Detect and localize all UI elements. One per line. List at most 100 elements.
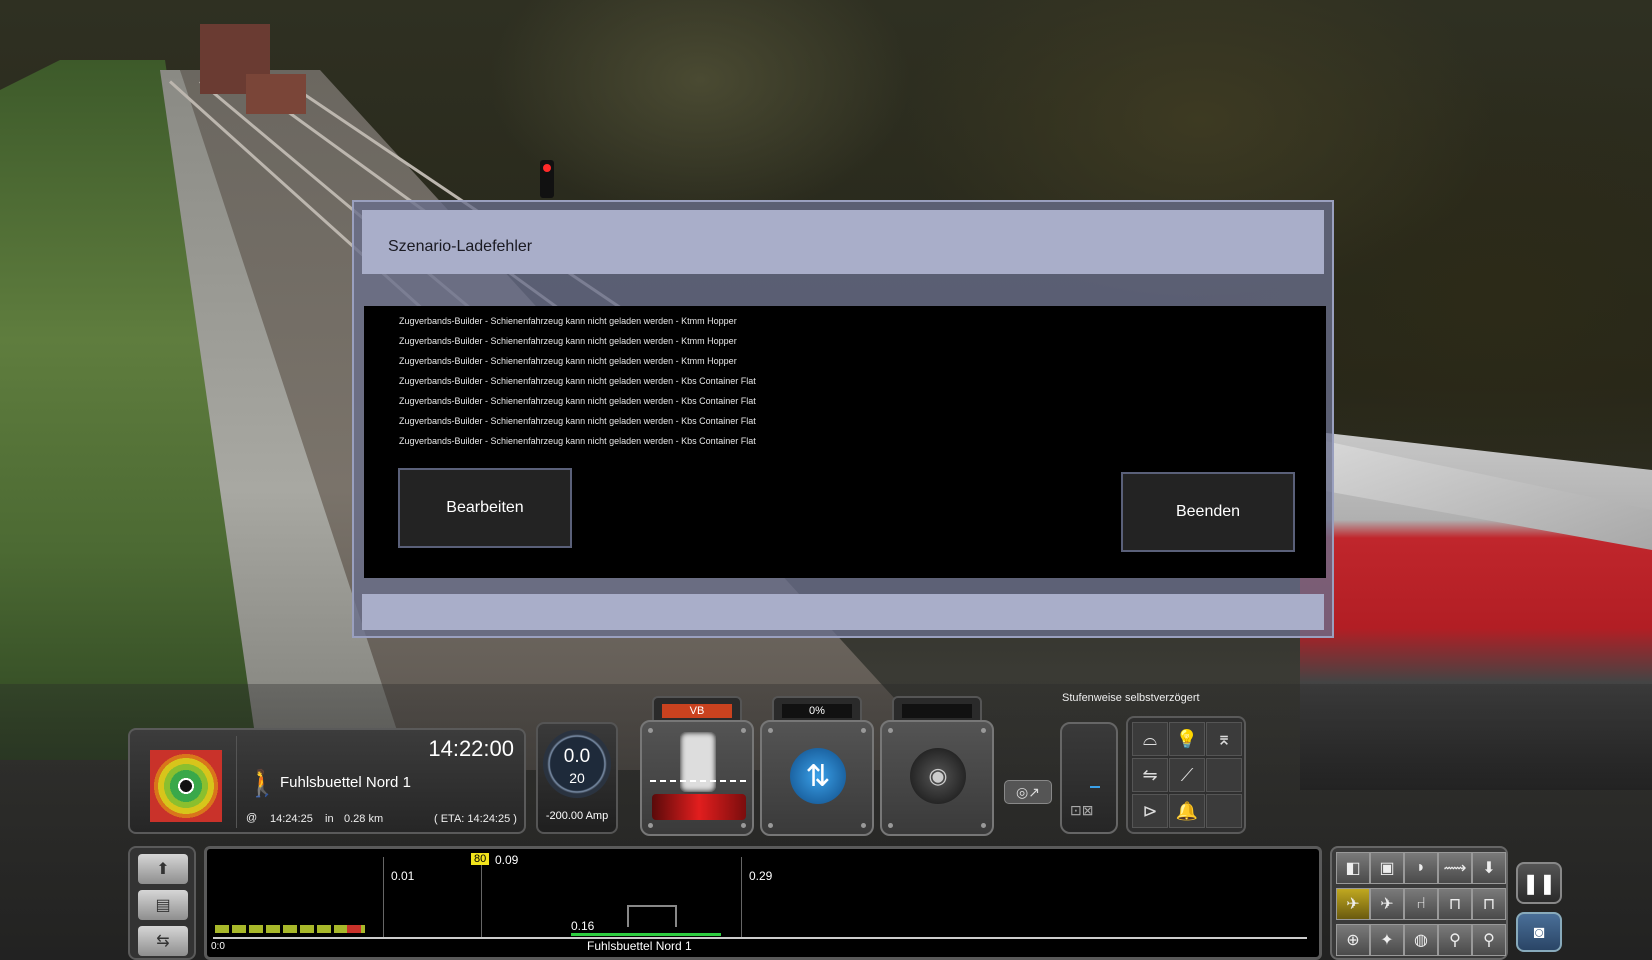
next-destination: Fuhlsbuettel Nord 1 <box>280 774 411 791</box>
distance: 0.28 km <box>344 813 384 825</box>
error-line: Zugverbands-Builder - Schienenfahrzeug k… <box>399 316 737 326</box>
marker-line <box>383 857 384 937</box>
reverser-arrows-icon[interactable]: ⇅ <box>790 748 846 804</box>
scenario-error-dialog: Szenario-Ladefehler Zugverbands-Builder … <box>352 200 1334 638</box>
location-icon[interactable]: ⚲ <box>1472 924 1506 956</box>
headlight-icon[interactable]: 💡 <box>1169 722 1205 756</box>
rivet <box>888 823 893 828</box>
next-stop-panel: 🚶 14:22:00 Fuhlsbuettel Nord 1 @ 14:24:2… <box>128 728 526 834</box>
rivet <box>768 728 773 733</box>
rivet <box>741 728 746 733</box>
quit-button[interactable]: Beenden <box>1121 472 1295 552</box>
orbit-icon[interactable]: ⊕ <box>1336 924 1370 956</box>
upload-icon[interactable]: ⬆ <box>138 854 188 884</box>
at-symbol: @ <box>246 812 258 824</box>
edit-button[interactable]: Bearbeiten <box>398 468 572 548</box>
error-line: Zugverbands-Builder - Schienenfahrzeug k… <box>399 336 737 346</box>
throttle-handle[interactable] <box>680 732 716 792</box>
marker-4-label: 0.16 <box>571 919 595 933</box>
eta: ( ETA: 14:24:25 ) <box>434 813 517 825</box>
brake-mode-label: Stufenweise selbstverzögert <box>1062 692 1200 704</box>
rivet <box>981 823 986 828</box>
brake-mode-switch[interactable]: ⊡⊠ <box>1060 722 1118 834</box>
brake-tab <box>892 696 982 722</box>
pause-button[interactable]: ❚❚ <box>1516 862 1562 904</box>
brake-button[interactable]: ◉ <box>880 696 994 836</box>
brake-knob-icon[interactable]: ◉ <box>910 748 966 804</box>
brake-body: ◉ <box>880 720 994 836</box>
platform-green-line <box>571 933 721 936</box>
error-line: Zugverbands-Builder - Schienenfahrzeug k… <box>399 436 756 446</box>
sander-icon[interactable]: ⟋ <box>1169 758 1205 792</box>
speed-limit-value: 20 <box>569 770 585 786</box>
throttle-tab-label: VB <box>662 704 732 718</box>
switch-indicator <box>1090 786 1100 788</box>
reverser-tab-label: 0% <box>782 704 852 718</box>
game-clock: 14:22:00 <box>428 736 514 761</box>
dialog-title-bar: Szenario-Ladefehler <box>362 210 1324 274</box>
camera-2-icon[interactable]: ✈ <box>1370 888 1404 920</box>
bell-icon[interactable]: 🔔 <box>1169 794 1205 828</box>
error-list: Zugverbands-Builder - Schienenfahrzeug k… <box>364 306 1326 578</box>
yard-view-icon[interactable]: ⊓ <box>1472 888 1506 920</box>
swap-icon[interactable]: ⇆ <box>138 926 188 956</box>
pantograph-up-icon[interactable]: ⌆ <box>1206 722 1242 756</box>
cab-camera-icon[interactable]: ◧ <box>1336 852 1370 884</box>
reverser-lever[interactable]: 0% ⇅ <box>760 696 874 836</box>
divider <box>236 736 237 828</box>
camera-grid: ◧ ▣ ◗ ⟿ ⬇ ✈ ✈ ⑁ ⊓ ⊓ ⊕ ✦ ◍ ⚲ ⚲ <box>1330 846 1508 960</box>
controls-grid: ⌓ 💡 ⌆ ⇋ ⟋ ⊳ 🔔 <box>1126 716 1246 834</box>
arrival-time: 14:24:25 <box>270 813 313 825</box>
red-signal <box>540 160 554 198</box>
down-arrow-icon[interactable]: ⬇ <box>1472 852 1506 884</box>
throttle-body <box>640 720 754 836</box>
marker-1-label: 0.01 <box>391 869 415 883</box>
error-line: Zugverbands-Builder - Schienenfahrzeug k… <box>399 396 756 406</box>
head-out-camera-icon[interactable]: ◗ <box>1404 852 1438 884</box>
side-button-column: ⬆ ▤ ⇆ <box>128 846 196 960</box>
in-word: in <box>325 813 334 825</box>
marker-line <box>481 857 482 937</box>
marker-2-label: 0.09 <box>495 853 519 867</box>
speed-limit-badge: 80 <box>471 853 490 865</box>
rivet <box>861 728 866 733</box>
empty-slot <box>1206 758 1242 792</box>
building <box>246 74 306 114</box>
marker-icon[interactable]: ⚲ <box>1438 924 1472 956</box>
free-camera-icon[interactable]: ✦ <box>1370 924 1404 956</box>
passenger-walk-icon: 🚶 <box>246 768 279 798</box>
tracking-camera-icon[interactable]: ⟿ <box>1438 852 1472 884</box>
dialog-title: Szenario-Ladefehler <box>388 238 533 255</box>
error-line: Zugverbands-Builder - Schienenfahrzeug k… <box>399 376 756 386</box>
marker-3-label: 0.29 <box>749 869 773 883</box>
track-line <box>213 937 1307 939</box>
empty-slot <box>1206 794 1242 828</box>
notes-icon[interactable]: ▤ <box>138 890 188 920</box>
reverser-tab: 0% <box>772 696 862 722</box>
signal-aspect-radar <box>150 750 222 822</box>
reverser-body: ⇅ <box>760 720 874 836</box>
throttle-tab: VB <box>652 696 742 722</box>
coupling-view-icon[interactable]: ⊓ <box>1438 888 1472 920</box>
camera-1-icon[interactable]: ✈ <box>1336 888 1370 920</box>
horn-icon[interactable]: ⊳ <box>1132 794 1168 828</box>
passenger-view-icon[interactable]: ⑁ <box>1404 888 1438 920</box>
track-monitor: 0.01 80 0.09 0.29 0.16 0:0 Fuhlsbuettel … <box>204 846 1322 960</box>
throttle-lever[interactable]: VB <box>640 696 754 836</box>
rivet <box>861 823 866 828</box>
screenshot-button[interactable]: ◙ <box>1516 912 1562 952</box>
error-line: Zugverbands-Builder - Schienenfahrzeug k… <box>399 416 756 426</box>
train-camera-icon[interactable]: ▣ <box>1370 852 1404 884</box>
speed-value: 0.0 <box>563 746 591 767</box>
camera-toggle-icon[interactable]: ◎↗ <box>1004 780 1052 804</box>
rivet <box>741 823 746 828</box>
speedometer: 0.0 20 -200.00 Amp <box>536 722 618 834</box>
doors-icon[interactable]: ⇋ <box>1132 758 1168 792</box>
wiper-icon[interactable]: ⌓ <box>1132 722 1168 756</box>
train-consist-icon <box>215 925 365 933</box>
train-head-icon <box>347 925 361 933</box>
marker-line <box>741 857 742 937</box>
notch-line <box>650 780 746 782</box>
world-map-icon[interactable]: ◍ <box>1404 924 1438 956</box>
rivet <box>888 728 893 733</box>
